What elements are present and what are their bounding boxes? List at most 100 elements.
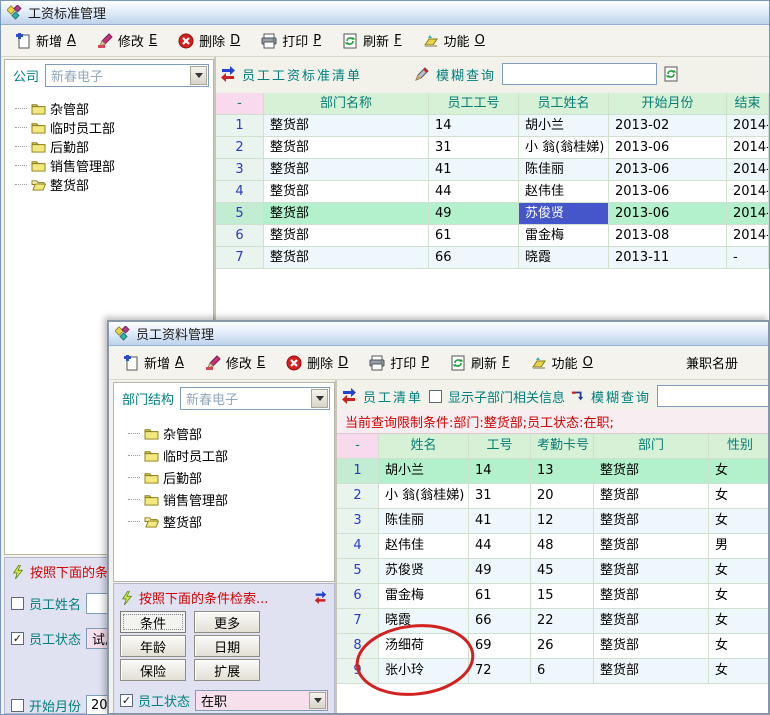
table-cell[interactable]: 44	[469, 534, 531, 559]
table-cell[interactable]: 整货部	[594, 559, 709, 584]
table-cell[interactable]: 5	[337, 559, 379, 584]
table-cell[interactable]: 66	[429, 247, 519, 269]
table-header-cell[interactable]: 性别	[709, 434, 770, 459]
table-cell[interactable]: 2014-02	[727, 137, 769, 159]
table-cell[interactable]: 雷金梅	[519, 225, 609, 247]
edit-button[interactable]: 修改E	[199, 350, 271, 375]
table-cell[interactable]: 整货部	[594, 584, 709, 609]
delete-button[interactable]: 删除D	[280, 350, 354, 375]
table-header-cell[interactable]: -	[337, 434, 379, 459]
table-cell[interactable]: 49	[429, 203, 519, 225]
table-cell[interactable]: 整货部	[264, 247, 429, 269]
table-cell[interactable]: 雷金梅	[379, 584, 469, 609]
table-cell[interactable]: 女	[709, 559, 770, 584]
table-cell[interactable]: 20	[531, 484, 594, 509]
table-cell[interactable]: 4	[216, 181, 264, 203]
table-cell[interactable]: 31	[469, 484, 531, 509]
table-cell[interactable]: 12	[531, 509, 594, 534]
table-cell[interactable]: 赵伟佳	[519, 181, 609, 203]
table-cell[interactable]: 女	[709, 584, 770, 609]
table-cell[interactable]: 66	[469, 609, 531, 634]
print-button[interactable]: 打印P	[363, 350, 435, 375]
tab-more[interactable]: 更多	[194, 611, 260, 633]
table-cell[interactable]: 晓霞	[379, 609, 469, 634]
table-cell[interactable]: 2013-08	[609, 225, 727, 247]
table-cell[interactable]: 整货部	[594, 484, 709, 509]
table-cell[interactable]: 2014-02	[727, 203, 769, 225]
table-cell[interactable]: 7	[337, 609, 379, 634]
table-cell[interactable]: 49	[469, 559, 531, 584]
table-cell[interactable]: 7	[216, 247, 264, 269]
table-header-cell[interactable]: 员工姓名	[519, 93, 609, 115]
status-checkbox[interactable]: ✓	[120, 694, 133, 707]
table-cell[interactable]: 陈佳丽	[379, 509, 469, 534]
table-cell[interactable]: 2014-02	[727, 159, 769, 181]
table-header-cell[interactable]: -	[216, 93, 264, 115]
tab-insurance[interactable]: 保险	[120, 659, 186, 681]
table-cell[interactable]: 2013-06	[609, 159, 727, 181]
table-cell[interactable]: 女	[709, 459, 770, 484]
table-cell[interactable]: 整货部	[264, 203, 429, 225]
tab-extend[interactable]: 扩展	[194, 659, 260, 681]
table-cell[interactable]: 13	[531, 459, 594, 484]
company-select[interactable]: 新春电子	[45, 64, 209, 87]
table-cell[interactable]: 张小玲	[379, 659, 469, 684]
table-cell[interactable]: 女	[709, 509, 770, 534]
table-cell[interactable]: 陈佳丽	[519, 159, 609, 181]
table-header-cell[interactable]: 结束	[727, 93, 769, 115]
print-button[interactable]: 打印P	[255, 28, 327, 53]
table-cell[interactable]: 1	[337, 459, 379, 484]
tree-item-dept4[interactable]: 销售管理部	[128, 488, 334, 510]
table-cell[interactable]: 整货部	[264, 225, 429, 247]
table-cell[interactable]: 整货部	[594, 659, 709, 684]
table-cell[interactable]: 整货部	[264, 137, 429, 159]
salary-window-titlebar[interactable]: 工资标准管理	[1, 1, 769, 25]
name-checkbox[interactable]	[11, 597, 24, 610]
table-cell[interactable]: 22	[531, 609, 594, 634]
table-header-cell[interactable]: 开始月份	[609, 93, 727, 115]
table-cell[interactable]: 3	[337, 509, 379, 534]
table-cell[interactable]: 14	[469, 459, 531, 484]
table-cell[interactable]: 14	[429, 115, 519, 137]
table-cell[interactable]: 31	[429, 137, 519, 159]
table-header-cell[interactable]: 员工工号	[429, 93, 519, 115]
table-cell[interactable]: 女	[709, 609, 770, 634]
tree-item-dept4[interactable]: 销售管理部	[15, 156, 213, 175]
table-cell[interactable]: 61	[469, 584, 531, 609]
tree-item-dept5-selected[interactable]: 整货部	[128, 510, 334, 532]
table-cell[interactable]: -	[727, 247, 769, 269]
table-cell[interactable]: 女	[709, 659, 770, 684]
table-cell[interactable]: 苏俊贤	[379, 559, 469, 584]
table-cell[interactable]: 9	[337, 659, 379, 684]
chevron-down-icon[interactable]	[311, 389, 328, 408]
tree-item-dept1[interactable]: 杂管部	[128, 422, 334, 444]
tree-item-dept1[interactable]: 杂管部	[15, 99, 213, 118]
exchange-icon[interactable]	[341, 388, 357, 404]
table-cell[interactable]: 2013-06	[609, 137, 727, 159]
table-cell[interactable]: 整货部	[594, 534, 709, 559]
table-cell[interactable]: 2013-06	[609, 181, 727, 203]
table-cell[interactable]: 小 翁(翁桂娣)	[379, 484, 469, 509]
table-cell[interactable]: 整货部	[264, 159, 429, 181]
table-cell[interactable]: 45	[531, 559, 594, 584]
table-header-cell[interactable]: 考勤卡号	[531, 434, 594, 459]
table-cell[interactable]: 整货部	[594, 509, 709, 534]
table-cell[interactable]: 小 翁(翁桂娣)	[519, 137, 609, 159]
function-button[interactable]: 功能O	[417, 28, 491, 53]
table-cell[interactable]: 女	[709, 484, 770, 509]
table-cell[interactable]: 6	[531, 659, 594, 684]
status-select[interactable]: 在职	[195, 690, 328, 711]
table-cell[interactable]: 26	[531, 634, 594, 659]
table-cell[interactable]: 女	[709, 634, 770, 659]
show-subdept-checkbox[interactable]	[429, 390, 442, 403]
table-header-cell[interactable]: 部门	[594, 434, 709, 459]
table-cell[interactable]: 2013-06	[609, 203, 727, 225]
edit-button[interactable]: 修改E	[91, 28, 163, 53]
table-cell[interactable]: 8	[337, 634, 379, 659]
refresh-page-icon[interactable]	[663, 66, 679, 82]
table-cell[interactable]: 6	[216, 225, 264, 247]
table-cell[interactable]: 胡小兰	[379, 459, 469, 484]
table-cell[interactable]: 41	[469, 509, 531, 534]
table-cell[interactable]: 2014-02	[727, 225, 769, 247]
table-cell[interactable]: 整货部	[594, 634, 709, 659]
